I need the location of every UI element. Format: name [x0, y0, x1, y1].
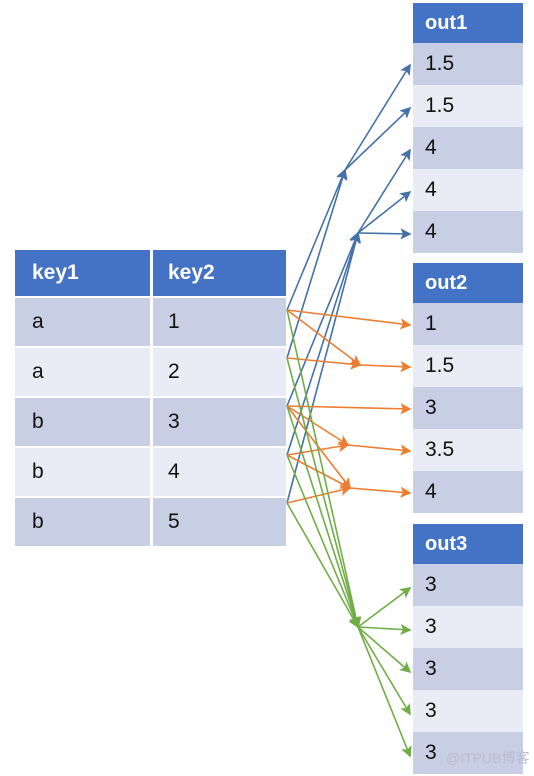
- out2-row-3: 3: [413, 387, 523, 429]
- blue-edge-hub2-out1r3: [357, 148, 411, 234]
- output-table-out1: out1 1.5 1.5 4 4 4: [413, 3, 523, 253]
- input-cell-key1: a: [32, 310, 44, 333]
- input-header-key1: key1: [32, 261, 79, 284]
- input-cell-key2: 3: [150, 398, 286, 446]
- input-cell-key1: a: [32, 360, 44, 383]
- orange-edge-hubC-out2r5: [349, 486, 412, 498]
- green-edge-hub-out3r4: [357, 626, 411, 716]
- output-table-out2: out2 1 1.5 3 3.5 4: [413, 263, 523, 513]
- blue-edge-row4-hub2: [286, 231, 361, 456]
- out3-row-4: 3: [413, 690, 523, 732]
- out1-row-5: 4: [413, 211, 523, 253]
- green-edge-hub-out3r3: [357, 626, 412, 674]
- out1-row-4: 4: [413, 169, 523, 211]
- out2-header: out2: [413, 263, 523, 303]
- out2-row-4: 3.5: [413, 429, 523, 471]
- input-cell-key2: 4: [150, 448, 286, 496]
- watermark-text: @ITPUB博客: [446, 750, 530, 766]
- blue-edge-hub2-out1r5: [357, 228, 412, 240]
- input-cell-key2: 5: [150, 498, 286, 546]
- orange-edge-row1-hubA: [286, 309, 362, 366]
- diagram-canvas: key1 key2 a 1 a 2 b 3 b 4 b 5 out1 1.5 1…: [0, 0, 534, 776]
- green-edge-row4-hub: [286, 454, 360, 629]
- orange-edge-row5-hubC: [286, 484, 352, 504]
- blue-edge-hub1-out1r2: [344, 106, 412, 171]
- green-arrow-group: [286, 309, 412, 758]
- orange-edge-row4-hubC: [286, 454, 352, 489]
- orange-edge-row4-hubB: [286, 441, 350, 456]
- out2-row-5: 4: [413, 471, 523, 513]
- blue-arrow-group: [286, 63, 412, 504]
- input-table: key1 key2 a 1 a 2 b 3 b 4 b 5: [15, 250, 286, 546]
- out1-header: out1: [413, 3, 523, 43]
- blue-edge-hub2-out1r4: [357, 191, 412, 234]
- input-cell-key1: b: [32, 510, 44, 533]
- out2-row-1: 1: [413, 303, 523, 345]
- out3-header: out3: [413, 524, 523, 564]
- blue-edge-row1-hub1: [286, 168, 347, 311]
- orange-edge-row2-hubA: [286, 357, 362, 370]
- orange-edge-hubB-out2r4: [347, 444, 412, 456]
- out3-row-1: 3: [413, 564, 523, 606]
- input-cell-key1: b: [32, 460, 44, 483]
- orange-edge-row1-out2r1: [286, 309, 412, 330]
- input-cell-key1: b: [32, 410, 44, 433]
- green-edge-row3-hub: [286, 405, 361, 629]
- input-row-2: a 2: [15, 348, 286, 396]
- blue-edge-row5-hub2: [286, 231, 361, 504]
- blue-edge-hub1-out1r1: [344, 63, 411, 171]
- blue-edge-row2-hub1: [286, 168, 348, 359]
- out1-row-2: 1.5: [413, 85, 523, 127]
- input-row-4: b 4: [15, 448, 286, 496]
- orange-edge-row3-hubB: [286, 405, 350, 446]
- green-edge-row2-hub: [286, 357, 361, 629]
- out2-row-2: 1.5: [413, 345, 523, 387]
- input-row-3: b 3: [15, 398, 286, 446]
- out3-row-3: 3: [413, 648, 523, 690]
- green-edge-hub-out3r5: [357, 626, 412, 758]
- out1-row-3: 4: [413, 127, 523, 169]
- green-edge-row1-hub: [286, 309, 362, 629]
- output-table-out3: out3 3 3 3 3 3: [413, 524, 523, 774]
- out3-row-2: 3: [413, 606, 523, 648]
- green-edge-hub-out3r1: [357, 587, 412, 628]
- input-row-5: b 5: [15, 498, 286, 546]
- blue-edge-row3-hub2: [286, 231, 360, 407]
- out1-row-1: 1.5: [413, 43, 523, 85]
- green-edge-row5-hub: [286, 502, 359, 629]
- orange-arrow-group: [286, 309, 412, 504]
- input-cell-key2: 2: [150, 348, 286, 396]
- input-table-header-row: key1 key2: [15, 250, 286, 296]
- input-header-key2: key2: [150, 250, 286, 296]
- orange-edge-hubA-out2r2: [359, 361, 412, 373]
- green-edge-hub-out3r2: [357, 623, 412, 636]
- input-cell-key2: 1: [150, 298, 286, 346]
- orange-edge-row3-hubC: [286, 405, 351, 490]
- orange-edge-row3-out2r3: [286, 403, 412, 415]
- input-row-1: a 1: [15, 298, 286, 346]
